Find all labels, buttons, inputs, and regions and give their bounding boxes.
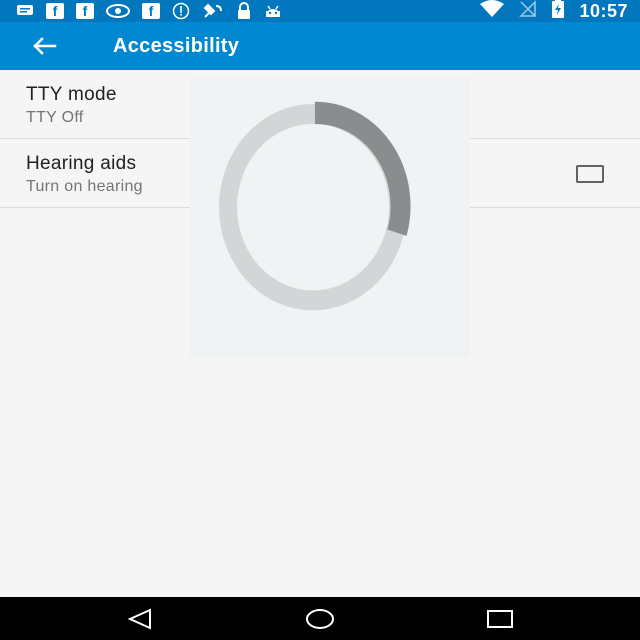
clock: 10:57 [579,0,628,21]
recents-square-icon [486,609,514,629]
status-bar: f f f 10:57 [0,0,640,22]
android-icon [264,3,282,19]
back-button[interactable] [0,22,88,70]
hearing-aids-checkbox[interactable] [576,165,604,183]
facebook-icon: f [142,3,160,19]
eye-icon [106,3,130,19]
info-icon [172,2,190,20]
arrow-back-icon [31,36,57,56]
wifi-icon [479,0,505,23]
app-bar: Accessibility [0,22,640,70]
loading-overlay [190,78,470,358]
page-title: Accessibility [113,34,240,57]
nav-home-button[interactable] [280,597,360,640]
facebook-icon: f [46,3,64,19]
back-triangle-icon [127,607,153,630]
nav-back-button[interactable] [100,597,180,640]
facebook-icon: f [76,3,94,19]
no-signal-icon [519,0,537,23]
message-icon [16,3,34,19]
home-circle-icon [305,608,335,630]
navigation-bar [0,597,640,640]
nav-recents-button[interactable] [460,597,540,640]
loading-spinner-icon [219,101,411,311]
system-icons: 10:57 [479,0,628,24]
lock-icon [236,2,252,19]
battery-charging-icon [551,0,565,24]
satellite-icon [202,3,224,19]
notification-icons: f f f [16,2,282,20]
